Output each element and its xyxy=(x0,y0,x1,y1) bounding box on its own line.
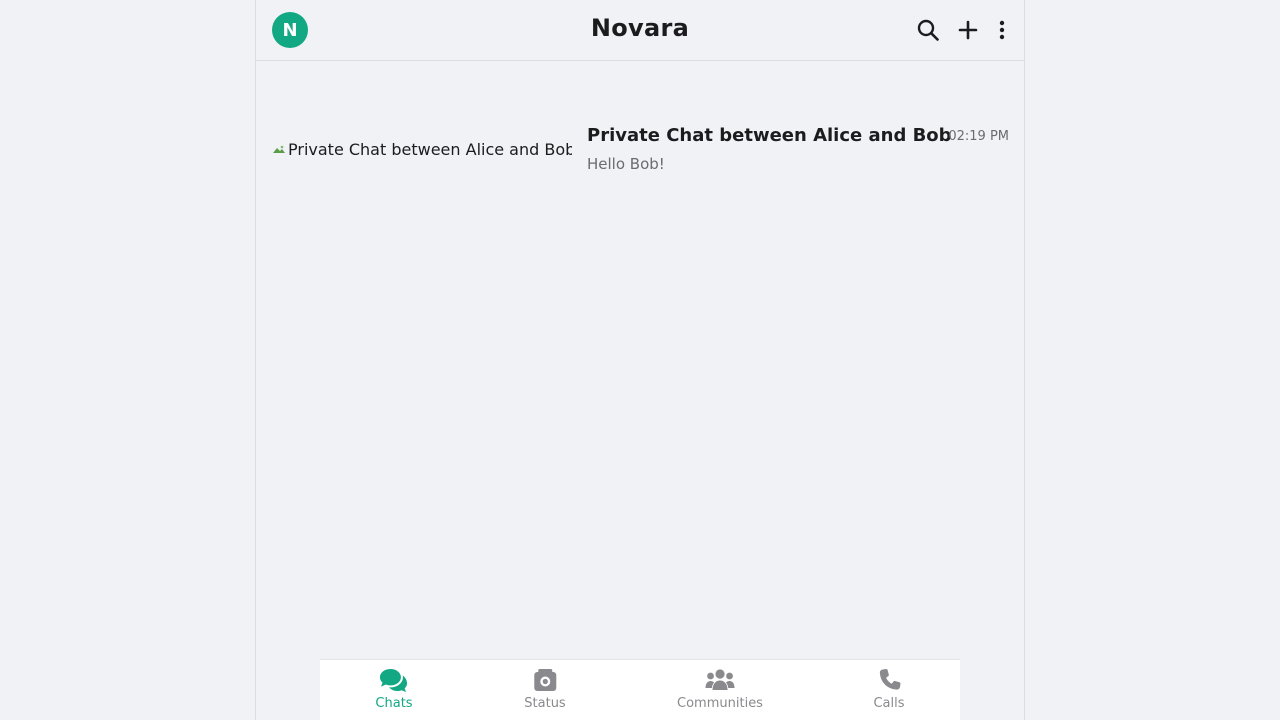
app-window: N Novara Private Chat between Alice and … xyxy=(255,0,1025,720)
communities-icon xyxy=(705,669,735,690)
status-icon xyxy=(534,669,556,691)
header-actions xyxy=(916,14,1008,46)
bottom-navigation: Chats Status Communities Calls xyxy=(320,659,960,720)
more-options-button[interactable] xyxy=(996,14,1008,46)
app-title: Novara xyxy=(590,14,690,42)
search-button[interactable] xyxy=(916,14,940,46)
chat-list-item[interactable]: Private Chat between Alice and Bob Priva… xyxy=(256,123,1024,189)
chat-list: Private Chat between Alice and Bob Priva… xyxy=(256,61,1024,189)
top-header: N Novara xyxy=(256,0,1024,61)
chat-name: Private Chat between Alice and Bob xyxy=(587,125,952,146)
chats-icon xyxy=(379,669,407,692)
nav-item-chats[interactable]: Chats xyxy=(375,660,413,720)
search-icon xyxy=(917,19,939,41)
more-vertical-icon xyxy=(999,20,1005,40)
chat-last-message: Hello Bob! xyxy=(587,155,665,173)
nav-item-communities[interactable]: Communities xyxy=(677,660,763,720)
new-chat-button[interactable] xyxy=(956,14,980,46)
nav-label-chats: Chats xyxy=(375,696,413,711)
phone-icon xyxy=(879,668,901,690)
chat-avatar-image: Private Chat between Alice and Bob xyxy=(272,137,572,161)
nav-label-status: Status xyxy=(524,696,566,711)
chat-timestamp: 02:19 PM xyxy=(948,129,1009,144)
nav-label-calls: Calls xyxy=(873,696,905,711)
nav-label-communities: Communities xyxy=(677,696,763,711)
nav-item-calls[interactable]: Calls xyxy=(873,660,905,720)
chat-avatar-alt-text: Private Chat between Alice and Bob xyxy=(288,139,572,159)
nav-item-status[interactable]: Status xyxy=(524,660,566,720)
broken-image-icon xyxy=(273,145,285,153)
plus-icon xyxy=(958,20,978,40)
